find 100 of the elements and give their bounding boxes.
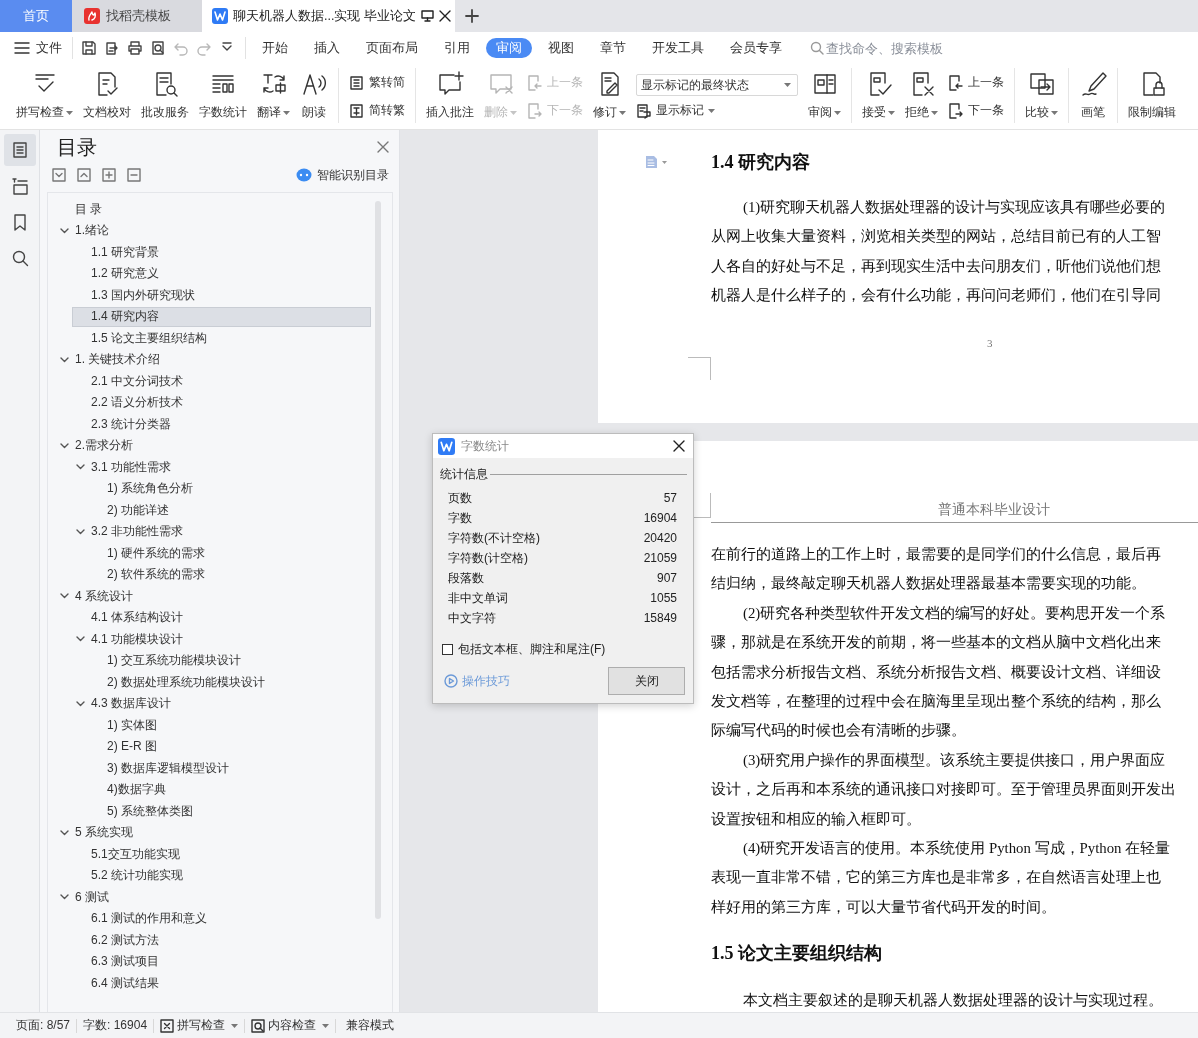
toc-item[interactable]: 6.3 测试项目 <box>72 951 371 972</box>
menu-tab[interactable]: 会员专享 <box>720 38 792 58</box>
new-tab-icon[interactable] <box>465 9 479 23</box>
toc-item[interactable]: 2.1 中文分词技术 <box>72 371 371 391</box>
markup-dropdown[interactable]: 显示标记的最终状态 <box>636 74 798 96</box>
word-count[interactable]: 字数: 16904 <box>77 1018 155 1033</box>
search-icon <box>10 249 29 267</box>
toc-item[interactable]: 1.5 论文主要组织结构 <box>72 328 371 348</box>
monitor-icon[interactable] <box>420 10 434 22</box>
ribbon-button[interactable]: 接受 <box>858 70 899 121</box>
print-preview-icon[interactable] <box>150 40 166 56</box>
caret-icon <box>931 110 938 115</box>
toc-item[interactable]: 1.3 国内外研究现状 <box>72 285 371 305</box>
menu-tab[interactable]: 页面布局 <box>356 38 428 58</box>
ribbon-button[interactable]: 插入批注 <box>422 70 478 121</box>
toc-item[interactable]: 6.2 测试方法 <box>72 930 371 950</box>
toc-item[interactable]: 1) 硬件系统的需求 <box>88 543 371 563</box>
toc-item[interactable]: 2.需求分析 <box>56 435 371 456</box>
ribbon-button[interactable]: 拼写检查 <box>12 70 77 121</box>
menu-tab[interactable]: 引用 <box>434 38 480 58</box>
menu-tab[interactable]: 视图 <box>538 38 584 58</box>
toc-item[interactable]: 1.4 研究内容 <box>72 306 371 327</box>
tab[interactable]: 聊天机器人数据...实现 毕业论文 <box>202 0 455 32</box>
file-menu[interactable]: 文件 <box>14 37 73 59</box>
ribbon-button[interactable]: 批改服务 <box>137 70 193 121</box>
menu-tab[interactable]: 插入 <box>304 38 350 58</box>
ribbon-button[interactable]: 简转繁 <box>349 102 405 119</box>
toc-item[interactable]: 1. 关键技术介绍 <box>56 349 371 370</box>
menu-tab[interactable]: 开发工具 <box>642 38 714 58</box>
toc-item[interactable]: 4 系统设计 <box>56 586 371 606</box>
toc-item[interactable]: 5.1交互功能实现 <box>72 844 371 864</box>
convert-icon <box>349 74 365 91</box>
toc-item[interactable]: 5 系统实现 <box>56 822 371 843</box>
caret-icon <box>283 110 290 115</box>
export-icon[interactable] <box>104 40 120 56</box>
toc-item[interactable]: 5) 系统整体类图 <box>88 801 371 821</box>
flame-logo-icon <box>84 8 100 24</box>
panel-title: 目录 <box>57 134 97 160</box>
toc-item[interactable]: 1.1 研究背景 <box>72 242 371 262</box>
close-icon[interactable] <box>673 440 685 452</box>
close-button[interactable]: 关闭 <box>608 667 685 695</box>
toc-item[interactable]: 6.4 测试结果 <box>72 973 371 993</box>
toc-item[interactable]: 4.1 体系结构设计 <box>72 607 371 628</box>
ribbon-button[interactable]: 朗读 <box>296 70 332 121</box>
toc-item[interactable]: 2.3 统计分类器 <box>72 414 371 434</box>
toc-item[interactable]: 3.2 非功能性需求 <box>72 521 371 542</box>
toc-item[interactable]: 3.1 功能性需求 <box>72 457 371 477</box>
toc-item[interactable]: 6 测试 <box>56 887 371 907</box>
ribbon-button[interactable]: 限制编辑 <box>1124 70 1180 121</box>
smart-toc-button[interactable]: 智能识别目录 <box>296 166 389 184</box>
ribbon-button[interactable]: 下一条 <box>948 102 1004 119</box>
toc-item[interactable]: 5.2 统计功能实现 <box>72 865 371 886</box>
ribbon-button[interactable]: 翻译 <box>253 70 294 121</box>
ribbon-button[interactable]: 审阅 <box>804 70 845 121</box>
chevron-down-icon <box>59 894 69 900</box>
toc-item[interactable]: 1) 实体图 <box>88 715 371 735</box>
toc-item[interactable]: 1) 交互系统功能模块设计 <box>88 650 371 671</box>
previous-icon <box>527 74 543 91</box>
ribbon-button[interactable]: 修订 <box>589 70 630 121</box>
spell-check-button[interactable]: 拼写检查 <box>154 1018 246 1033</box>
content-check-button[interactable]: 内容检查 <box>245 1018 337 1033</box>
toc-item[interactable]: 6.1 测试的作用和意义 <box>72 908 371 929</box>
ribbon-button[interactable]: 显示标记 <box>636 102 798 119</box>
stat-value: 16904 <box>643 510 677 527</box>
ribbon-button[interactable]: 比较 <box>1021 70 1062 121</box>
toc-item[interactable]: 4.3 数据库设计 <box>72 693 371 714</box>
toc-item[interactable]: 2) 功能详述 <box>88 500 371 520</box>
tab[interactable]: 找稻壳模板 <box>72 0 202 32</box>
print-icon[interactable] <box>127 40 143 56</box>
toc-item[interactable]: 1.绪论 <box>56 220 371 241</box>
toc-item[interactable]: 3) 数据库逻辑模型设计 <box>88 758 371 778</box>
menu-tab[interactable]: 开始 <box>252 38 298 58</box>
toc-item[interactable]: 2) 数据处理系统功能模块设计 <box>88 672 371 692</box>
stat-label: 字数 <box>448 510 472 527</box>
toc-item[interactable]: 4)数据字典 <box>88 779 371 800</box>
toc-item[interactable]: 2) 软件系统的需求 <box>88 564 371 585</box>
ribbon-button[interactable]: 上一条 <box>948 74 1004 91</box>
toc-item[interactable]: 1.2 研究意义 <box>72 263 371 284</box>
ribbon-button[interactable]: 繁转简 <box>349 74 405 91</box>
ribbon-button[interactable]: 字数统计 <box>195 70 251 121</box>
ribbon-button[interactable]: 拒绝 <box>901 70 942 121</box>
plus-icon[interactable] <box>102 168 116 182</box>
toc-item[interactable]: 目 录 <box>56 199 371 219</box>
expand-icon[interactable] <box>52 168 66 182</box>
ribbon-button[interactable]: 文档校对 <box>79 70 135 121</box>
paragraph: 在前行的道路上的工作上时，最需要的是同学们的什么信息，最后再 结归纳，最终敲定聊天机器人数据处理器最基本需要实现的功能。 <box>711 545 1162 594</box>
panel-button[interactable] <box>3 134 36 166</box>
close-icon[interactable] <box>438 10 451 22</box>
toc-item[interactable]: 4.1 功能模块设计 <box>72 629 371 649</box>
checkbox-label: 包括文本框、脚注和尾注(F) <box>458 641 606 658</box>
checkbox[interactable] <box>442 644 453 655</box>
toc-item[interactable]: 2.2 语义分析技术 <box>72 392 371 413</box>
menu-tab[interactable]: 章节 <box>590 38 636 58</box>
toc-item[interactable]: 1) 系统角色分析 <box>88 478 371 499</box>
toc-item[interactable]: 2) E-R 图 <box>88 736 371 757</box>
collapse-icon[interactable] <box>77 168 91 182</box>
minus-icon[interactable] <box>127 168 141 182</box>
ribbon-button[interactable]: 画笔 <box>1075 70 1111 121</box>
save-icon[interactable] <box>81 40 97 56</box>
search-field[interactable]: 查找命令、搜索模板 <box>824 40 966 56</box>
